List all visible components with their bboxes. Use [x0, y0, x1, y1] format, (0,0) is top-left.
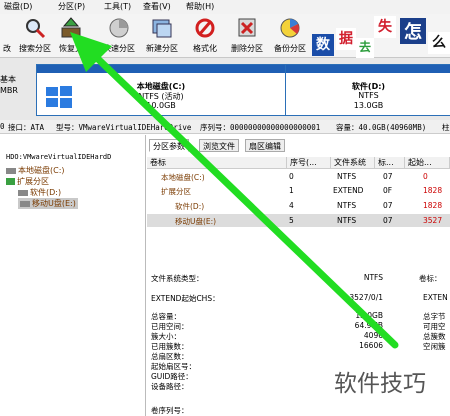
- backup-partition-button[interactable]: 备份分区: [270, 16, 310, 56]
- drive-icon: [6, 167, 16, 174]
- chs-right: EXTEN: [423, 293, 448, 302]
- menu-tools[interactable]: 工具(T): [104, 1, 131, 12]
- windows-logo-icon: [46, 86, 72, 108]
- tree-item-d[interactable]: 软件(D:): [18, 187, 61, 198]
- delete-partition-icon: [238, 18, 256, 37]
- search-partition-button[interactable]: 搜索分区: [16, 16, 54, 56]
- drive-icon: [20, 200, 30, 207]
- partition-c-size: 10.0GB: [146, 101, 176, 110]
- ad-tile: 失: [374, 16, 396, 38]
- backup-partition-icon: [280, 18, 300, 38]
- volume-label: 卷标：: [419, 274, 442, 283]
- ad-tile: 数: [312, 34, 334, 56]
- col-start[interactable]: 起始...: [405, 157, 450, 169]
- col-index[interactable]: 序号(...: [287, 157, 331, 169]
- format-button[interactable]: 格式化: [187, 16, 223, 56]
- tab-browse-files[interactable]: 浏览文件: [199, 139, 239, 152]
- menu-bar: 磁盘(D) 分区(P) 工具(T) 查看(V) 帮助(H): [0, 0, 450, 14]
- save-button[interactable]: 改: [0, 16, 14, 56]
- ad-tile: 去: [356, 38, 374, 58]
- format-icon: [195, 18, 215, 38]
- restore-icon: [61, 17, 81, 38]
- new-partition-button[interactable]: 新建分区: [141, 16, 183, 56]
- extended-partition-icon: [6, 178, 15, 185]
- volume-serial-label: 卷序列号：: [151, 406, 189, 415]
- tree-item-e[interactable]: 移动U盘(E:): [18, 198, 78, 209]
- watermark: 软件技巧: [322, 350, 450, 416]
- tab-sector-edit[interactable]: 扇区编辑: [245, 139, 285, 152]
- partition-d-block[interactable]: 软件(D:) NTFS 13.0GB: [285, 64, 450, 116]
- partition-d-fs: NTFS: [358, 91, 379, 100]
- ad-tile: 么: [428, 32, 450, 54]
- partition-c-block[interactable]: 本地磁盘(C:) NTFS (活动) 10.0GB: [36, 64, 286, 116]
- tree-item-c[interactable]: 本地磁盘(C:): [6, 165, 65, 176]
- menu-disk[interactable]: 磁盘(D): [4, 1, 32, 12]
- fs-type-value: NTFS: [363, 273, 383, 282]
- new-partition-icon: [152, 19, 172, 38]
- tree-item-extended[interactable]: 扩展分区: [6, 176, 49, 187]
- disk-info-line: 0 接口：ATA 型号：VMwareVirtualIDEHardDrive 序列…: [0, 120, 450, 134]
- quick-partition-button[interactable]: 快速分区: [100, 16, 138, 56]
- col-label[interactable]: 卷标: [147, 157, 287, 169]
- search-icon: [26, 19, 46, 39]
- ad-tile: 据: [336, 28, 356, 50]
- disk-info: 基本 MBR: [0, 75, 18, 95]
- ad-tile: 怎: [400, 18, 426, 44]
- menu-help[interactable]: 帮助(H): [186, 1, 214, 12]
- fs-type-label: 文件系统类型：: [151, 274, 204, 283]
- disk-tree: HDO:VMwareVirtualIDEHardD 本地磁盘(C:) 扩展分区 …: [0, 135, 146, 416]
- tree-disk-root[interactable]: HDO:VMwareVirtualIDEHardD: [6, 153, 111, 161]
- toolbar: 改 搜索分区 恢复文 快速分区 新建分区 格式化 删除分区 备份分区 数 据 去…: [0, 14, 450, 58]
- drive-icon: [18, 189, 28, 196]
- menu-view[interactable]: 查看(V): [143, 1, 171, 12]
- quick-partition-icon: [109, 18, 129, 38]
- chs-value: 3527/0/1: [349, 293, 383, 302]
- delete-partition-button[interactable]: 删除分区: [226, 16, 268, 56]
- col-fs[interactable]: 文件系统: [331, 157, 375, 169]
- menu-partition[interactable]: 分区(P): [58, 1, 85, 12]
- chs-label: EXTEND起始CHS：: [151, 294, 220, 303]
- col-id[interactable]: 标...: [375, 157, 405, 169]
- restore-files-button[interactable]: 恢复文: [56, 16, 86, 56]
- tab-partition-params[interactable]: 分区参数: [149, 139, 189, 152]
- partition-d-size: 13.0GB: [353, 101, 384, 110]
- disk-map: 基本 MBR 本地磁盘(C:) NTFS (活动) 10.0GB 软件(D:) …: [0, 58, 450, 120]
